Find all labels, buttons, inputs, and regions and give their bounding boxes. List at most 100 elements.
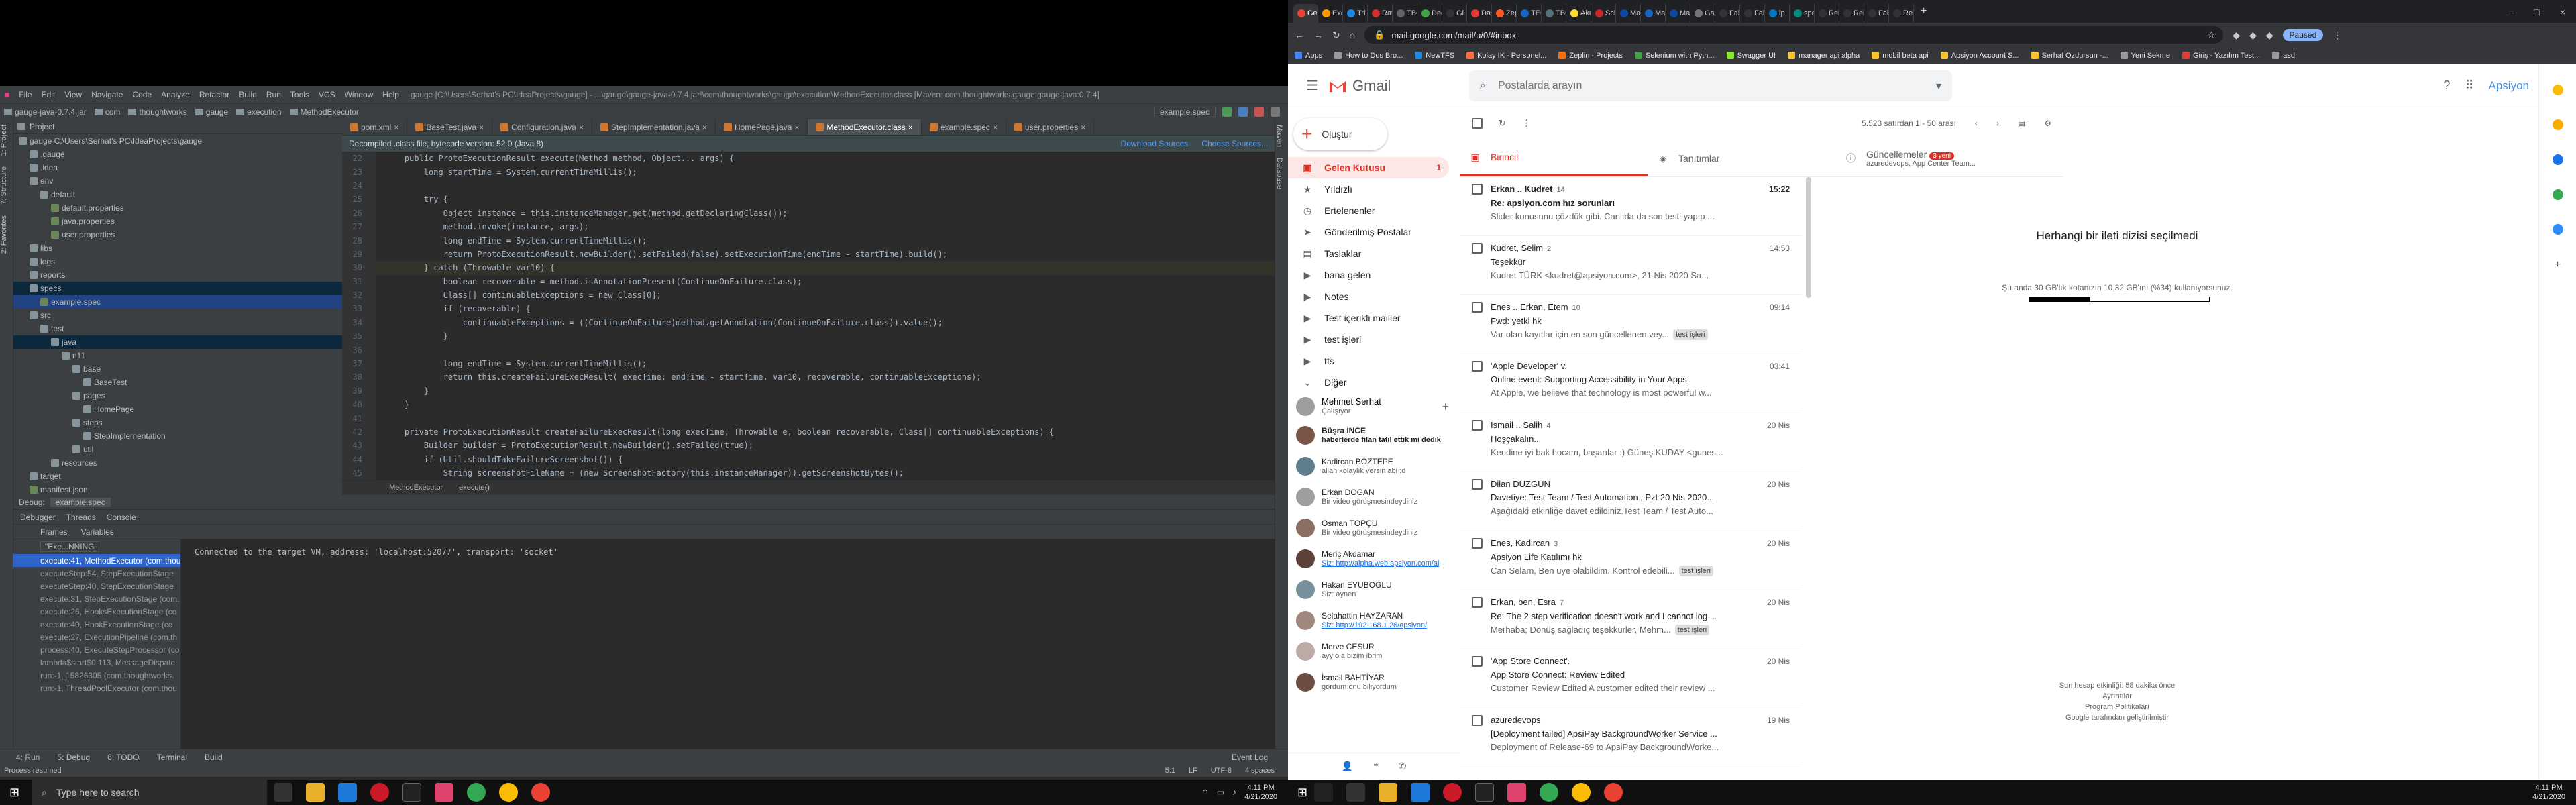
tree-item[interactable]: base — [13, 362, 342, 376]
bookmark-item[interactable]: How to Dos Bro... — [1334, 52, 1403, 60]
mail-checkbox[interactable] — [1472, 420, 1483, 431]
hangouts-contact[interactable]: Merve CESUR ayy ola bizim ibrim — [1288, 636, 1460, 667]
tree-item[interactable]: default.properties — [13, 201, 342, 215]
mail-row[interactable]: 'App Store Connect'. 20 Nis App Store Conn… — [1460, 649, 1802, 708]
tree-item[interactable]: pages — [13, 389, 342, 402]
browser-tab[interactable]: Reb — [1815, 4, 1839, 23]
tree-item[interactable]: src — [13, 309, 342, 322]
mail-row[interactable]: Erkan, ben, Esra 7 20 Nis Re: The 2 step ve… — [1460, 590, 1802, 649]
bookmark-item[interactable]: Selenium with Pyth... — [1634, 52, 1715, 60]
mail-search[interactable]: ⌕ ▾ — [1469, 70, 1952, 101]
browser-tab[interactable]: Aku — [1566, 4, 1591, 23]
tree-item[interactable]: specs — [13, 282, 342, 295]
close-icon[interactable]: × — [702, 123, 707, 132]
browser-tab[interactable]: Reb — [1839, 4, 1864, 23]
bookmark-item[interactable]: Kolay IK - Personel... — [1466, 52, 1546, 60]
browser-tab[interactable]: TBC — [1393, 4, 1417, 23]
edge-icon[interactable] — [338, 783, 357, 802]
tree-item[interactable]: StepImplementation — [13, 429, 342, 443]
hangouts-contact[interactable]: Kadircan BÖZTEPE allah kolaylık versin ab… — [1288, 451, 1460, 482]
bottom-tool-tab[interactable]: 5: Debug — [57, 753, 90, 762]
nav-item[interactable]: ▶ Notes — [1288, 286, 1449, 307]
intellij-icon[interactable] — [1507, 783, 1527, 802]
status-item[interactable]: 5:1 — [1165, 767, 1175, 775]
menu-vcs[interactable]: VCS — [314, 90, 340, 99]
phone-icon[interactable]: ✆ — [1399, 761, 1407, 772]
structure-tool-tab[interactable]: 7: Structure — [0, 161, 8, 210]
favorites-tool-tab[interactable]: 2: Favorites — [0, 210, 8, 259]
stack-frame[interactable]: process:40, ExecuteStepProcessor (co — [13, 643, 180, 656]
nav-item[interactable]: ▶ bana gelen — [1288, 264, 1449, 286]
nav-item[interactable]: ▤ Taslaklar — [1288, 243, 1449, 264]
contacts-icon[interactable]: 👤 — [1342, 761, 1353, 772]
browser-tab[interactable]: TBC — [1542, 4, 1566, 23]
browser-tab[interactable]: Exe — [1318, 4, 1343, 23]
bookmark-item[interactable]: Yeni Sekme — [2120, 52, 2170, 60]
minimize-icon[interactable]: – — [2509, 7, 2514, 17]
nav-item[interactable]: ▣ Gelen Kutusu 1 — [1288, 157, 1449, 178]
select-all-checkbox[interactable] — [1472, 118, 1483, 129]
extension-icon[interactable]: ◆ — [2249, 30, 2257, 41]
tree-item[interactable]: BaseTest — [13, 376, 342, 389]
nav-item[interactable]: ▶ tfs — [1288, 350, 1449, 372]
mail-checkbox[interactable] — [1472, 715, 1483, 726]
nav-item[interactable]: ▶ test işleri — [1288, 329, 1449, 350]
browser-tab[interactable]: Dec — [1417, 4, 1442, 23]
mail-checkbox[interactable] — [1472, 361, 1483, 372]
browser-tab[interactable]: Fai — [1864, 4, 1889, 23]
apps-grid-icon[interactable]: ⠿ — [2465, 78, 2473, 93]
mail-checkbox[interactable] — [1472, 302, 1483, 313]
more-icon[interactable]: ⋮ — [1522, 118, 1531, 129]
browser-tab[interactable]: Gar — [1690, 4, 1715, 23]
task-view-icon[interactable] — [1346, 783, 1366, 802]
edge-icon[interactable] — [1411, 783, 1430, 802]
thread-select[interactable]: "Exe...NNING — [40, 541, 99, 552]
menu-tools[interactable]: Tools — [286, 90, 314, 99]
close-icon[interactable]: × — [2560, 7, 2565, 17]
hangouts-contact[interactable]: Selahattin HAYZARAN Siz: http://192.168.1… — [1288, 605, 1460, 636]
hangouts-icon[interactable]: ❝ — [1373, 761, 1379, 772]
compose-button[interactable]: + Oluştur — [1293, 118, 1387, 150]
tree-item[interactable]: HomePage — [13, 402, 342, 416]
tree-item[interactable]: logs — [13, 255, 342, 268]
tree-item[interactable]: default — [13, 188, 342, 201]
browser-tab[interactable]: Zep — [1492, 4, 1517, 23]
footer-link[interactable]: Google tarafından geliştirilmiştir — [1949, 712, 2285, 723]
bookmark-item[interactable]: Giriş - Yazılım Test... — [2182, 52, 2260, 60]
breadcrumb-item[interactable]: com — [91, 107, 125, 117]
browser-tab[interactable]: Gelen — [1293, 4, 1318, 23]
tree-item[interactable]: gauge C:\Users\Serhat's PC\IdeaProjects\… — [13, 134, 342, 148]
menu-file[interactable]: File — [14, 90, 36, 99]
status-item[interactable]: 4 spaces — [1245, 767, 1275, 775]
project-tool-tab[interactable]: 1: Project — [0, 119, 8, 161]
taskbar-clock[interactable]: 4:11 PM 4/21/2020 — [2532, 783, 2565, 802]
profile-paused-button[interactable]: Paused — [2282, 29, 2324, 41]
tree-item[interactable]: test — [13, 322, 342, 335]
editor-tab[interactable]: HomePage.java × — [716, 119, 808, 135]
search-icon[interactable] — [1314, 783, 1334, 802]
windows-start-icon[interactable]: ⊞ — [9, 786, 19, 800]
mail-checkbox[interactable] — [1472, 479, 1483, 490]
maven-tool-tab[interactable]: Maven — [1275, 119, 1283, 152]
bookmark-item[interactable]: Swagger UI — [1726, 52, 1776, 60]
refresh-icon[interactable]: ↻ — [1499, 118, 1506, 129]
nav-item[interactable]: ◷ Ertelenenler — [1288, 200, 1449, 221]
settings-gear-icon[interactable]: ⚙ — [2044, 119, 2051, 128]
stack-frame[interactable]: execute:40, HookExecutionStage (co — [13, 618, 180, 631]
bookmark-item[interactable]: manager api alpha — [1788, 52, 1860, 60]
home-icon[interactable]: ⌂ — [1350, 30, 1355, 40]
project-panel-title[interactable]: Project — [30, 122, 54, 131]
stack-frame[interactable]: execute:31, StepExecutionStage (com. — [13, 592, 180, 605]
reload-icon[interactable]: ↻ — [1332, 30, 1340, 41]
frames-tab[interactable]: Frames — [40, 527, 68, 537]
browser-tab[interactable]: Tri — [1343, 4, 1368, 23]
keep-icon[interactable] — [2552, 119, 2563, 130]
chrome-icon[interactable] — [1604, 783, 1623, 802]
extension-icon[interactable]: ◆ — [2233, 30, 2240, 41]
intellij-icon[interactable] — [435, 783, 453, 802]
menu-build[interactable]: Build — [234, 90, 262, 99]
debug-icon[interactable] — [1238, 107, 1248, 117]
browser-tab[interactable]: Sci — [1591, 4, 1616, 23]
tree-item[interactable]: .gauge — [13, 148, 342, 161]
prev-page-icon[interactable]: ‹ — [1975, 119, 1978, 128]
